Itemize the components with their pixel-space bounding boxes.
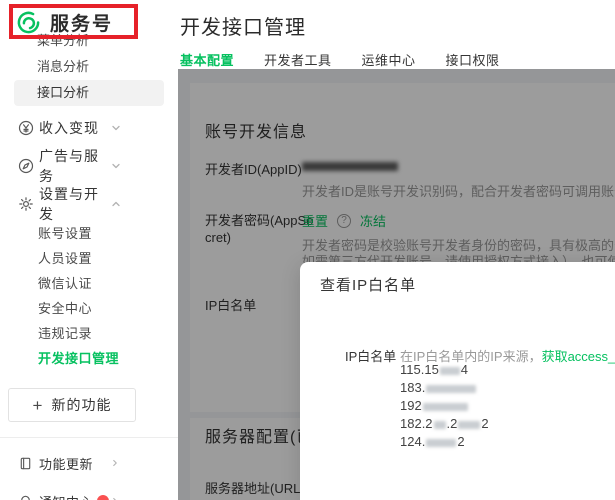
redacted-segment xyxy=(440,367,460,375)
sidebar-item-微信认证[interactable]: 微信认证 xyxy=(0,271,178,296)
sidebar-stat-list: 菜单分析消息分析接口分析 xyxy=(0,28,178,106)
sidebar-group-广告与服务[interactable]: 广告与服务 xyxy=(0,147,178,185)
sidebar-item-菜单分析[interactable]: 菜单分析 xyxy=(14,28,164,54)
sidebar-sub-list: 账号设置人员设置微信认证安全中心违规记录开发接口管理 xyxy=(0,221,178,371)
sidebar-group-设置与开发[interactable]: 设置与开发 xyxy=(0,185,178,223)
main-header: 开发接口管理 基本配置开发者工具运维中心接口权限 xyxy=(178,0,615,69)
ip-list: 115.154183.192182.2.22124.2 xyxy=(400,361,489,451)
sidebar-footer-通知中心[interactable]: 通知中心 xyxy=(0,487,178,500)
chevron-up-icon xyxy=(110,198,122,210)
modal-ip-label: IP白名单 xyxy=(345,346,385,365)
new-feature-button[interactable]: + 新的功能 xyxy=(8,388,136,422)
chevron-right-icon xyxy=(110,458,120,468)
sidebar-item-账号设置[interactable]: 账号设置 xyxy=(0,221,178,246)
chevron-down-icon xyxy=(110,160,122,172)
modal-title: 查看IP白名单 xyxy=(320,274,416,295)
redacted-segment xyxy=(426,439,456,447)
sidebar-item-安全中心[interactable]: 安全中心 xyxy=(0,296,178,321)
notification-badge xyxy=(97,495,109,500)
ip-entry: 115.154 xyxy=(400,361,489,379)
ip-entry: 183. xyxy=(400,379,489,397)
redacted-segment xyxy=(434,421,446,429)
redacted-segment xyxy=(423,403,468,411)
sidebar-footer-功能更新[interactable]: 功能更新 xyxy=(0,449,178,477)
sidebar-group-收入变现[interactable]: 收入变现 xyxy=(0,109,178,147)
sidebar-footer-list: 功能更新通知中心 xyxy=(0,449,178,500)
ip-entry: 192 xyxy=(400,397,489,415)
new-feature-label: 新的功能 xyxy=(51,395,111,415)
sidebar-item-违规记录[interactable]: 违规记录 xyxy=(0,321,178,346)
page-title: 开发接口管理 xyxy=(180,11,306,40)
get-access-token-link[interactable]: 获取access_token xyxy=(542,349,615,364)
plus-icon: + xyxy=(33,397,44,414)
bell-icon xyxy=(18,494,33,500)
yen-circle-icon xyxy=(18,120,34,136)
redacted-segment xyxy=(458,421,480,429)
ip-entry: 182.2.22 xyxy=(400,415,489,433)
redacted-segment xyxy=(426,385,476,393)
sidebar-item-人员设置[interactable]: 人员设置 xyxy=(0,246,178,271)
chevron-right-icon xyxy=(110,496,120,500)
sidebar-group-list: 收入变现广告与服务设置与开发 xyxy=(0,109,178,223)
sidebar-item-开发接口管理[interactable]: 开发接口管理 xyxy=(0,346,178,371)
sidebar-divider xyxy=(0,437,178,438)
sidebar: 服务号 菜单分析消息分析接口分析 收入变现广告与服务设置与开发 账号设置人员设置… xyxy=(0,0,178,500)
journal-icon xyxy=(18,456,33,471)
wechat-mp-admin-window: 服务号 菜单分析消息分析接口分析 收入变现广告与服务设置与开发 账号设置人员设置… xyxy=(0,0,615,500)
ip-entry: 124.2 xyxy=(400,433,489,451)
gear-icon xyxy=(18,196,34,212)
sidebar-item-消息分析[interactable]: 消息分析 xyxy=(14,54,164,80)
compass-icon xyxy=(18,158,34,174)
sidebar-item-接口分析[interactable]: 接口分析 xyxy=(14,80,164,106)
ip-whitelist-modal: 查看IP白名单 IP白名单 在IP白名单内的IP来源，获取access_toke… xyxy=(300,262,615,500)
chevron-down-icon xyxy=(110,122,122,134)
